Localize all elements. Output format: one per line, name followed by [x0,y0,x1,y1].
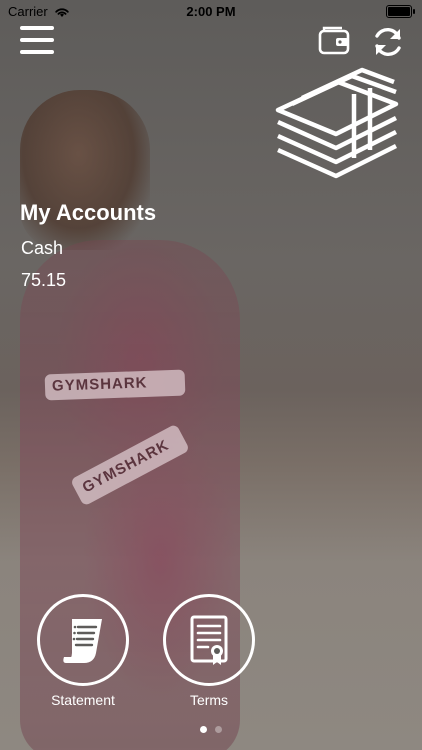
terms-button[interactable]: Terms [161,594,257,708]
refresh-icon[interactable] [370,24,406,60]
page-dot-active[interactable] [200,726,207,733]
background-photo-head [20,90,150,250]
terms-label: Terms [189,692,229,708]
wallet-icon[interactable] [318,26,350,56]
page-title: My Accounts [20,200,157,225]
background-text: GYMSHARK [51,374,148,395]
statement-button[interactable]: Statement [35,594,131,708]
account-name: Cash [21,238,64,258]
statement-label: Statement [51,692,115,708]
page-dot[interactable] [215,726,222,733]
terms-circle[interactable] [163,594,255,686]
statement-circle[interactable] [37,594,129,686]
terms-certificate-icon [190,615,228,665]
money-stack-icon [275,67,399,179]
app-screen: GYMSHARK GYMSHARK Carrier 2:00 PM My Acc… [0,0,422,750]
page-indicator[interactable] [0,726,422,733]
statement-document-icon [63,619,102,663]
status-bar: Carrier 2:00 PM [0,0,422,22]
status-time: 2:00 PM [186,4,236,19]
account-balance: 75.15 [21,270,67,290]
hamburger-menu-icon[interactable] [20,26,54,54]
battery-icon [386,5,415,18]
battery-fill [388,7,410,16]
